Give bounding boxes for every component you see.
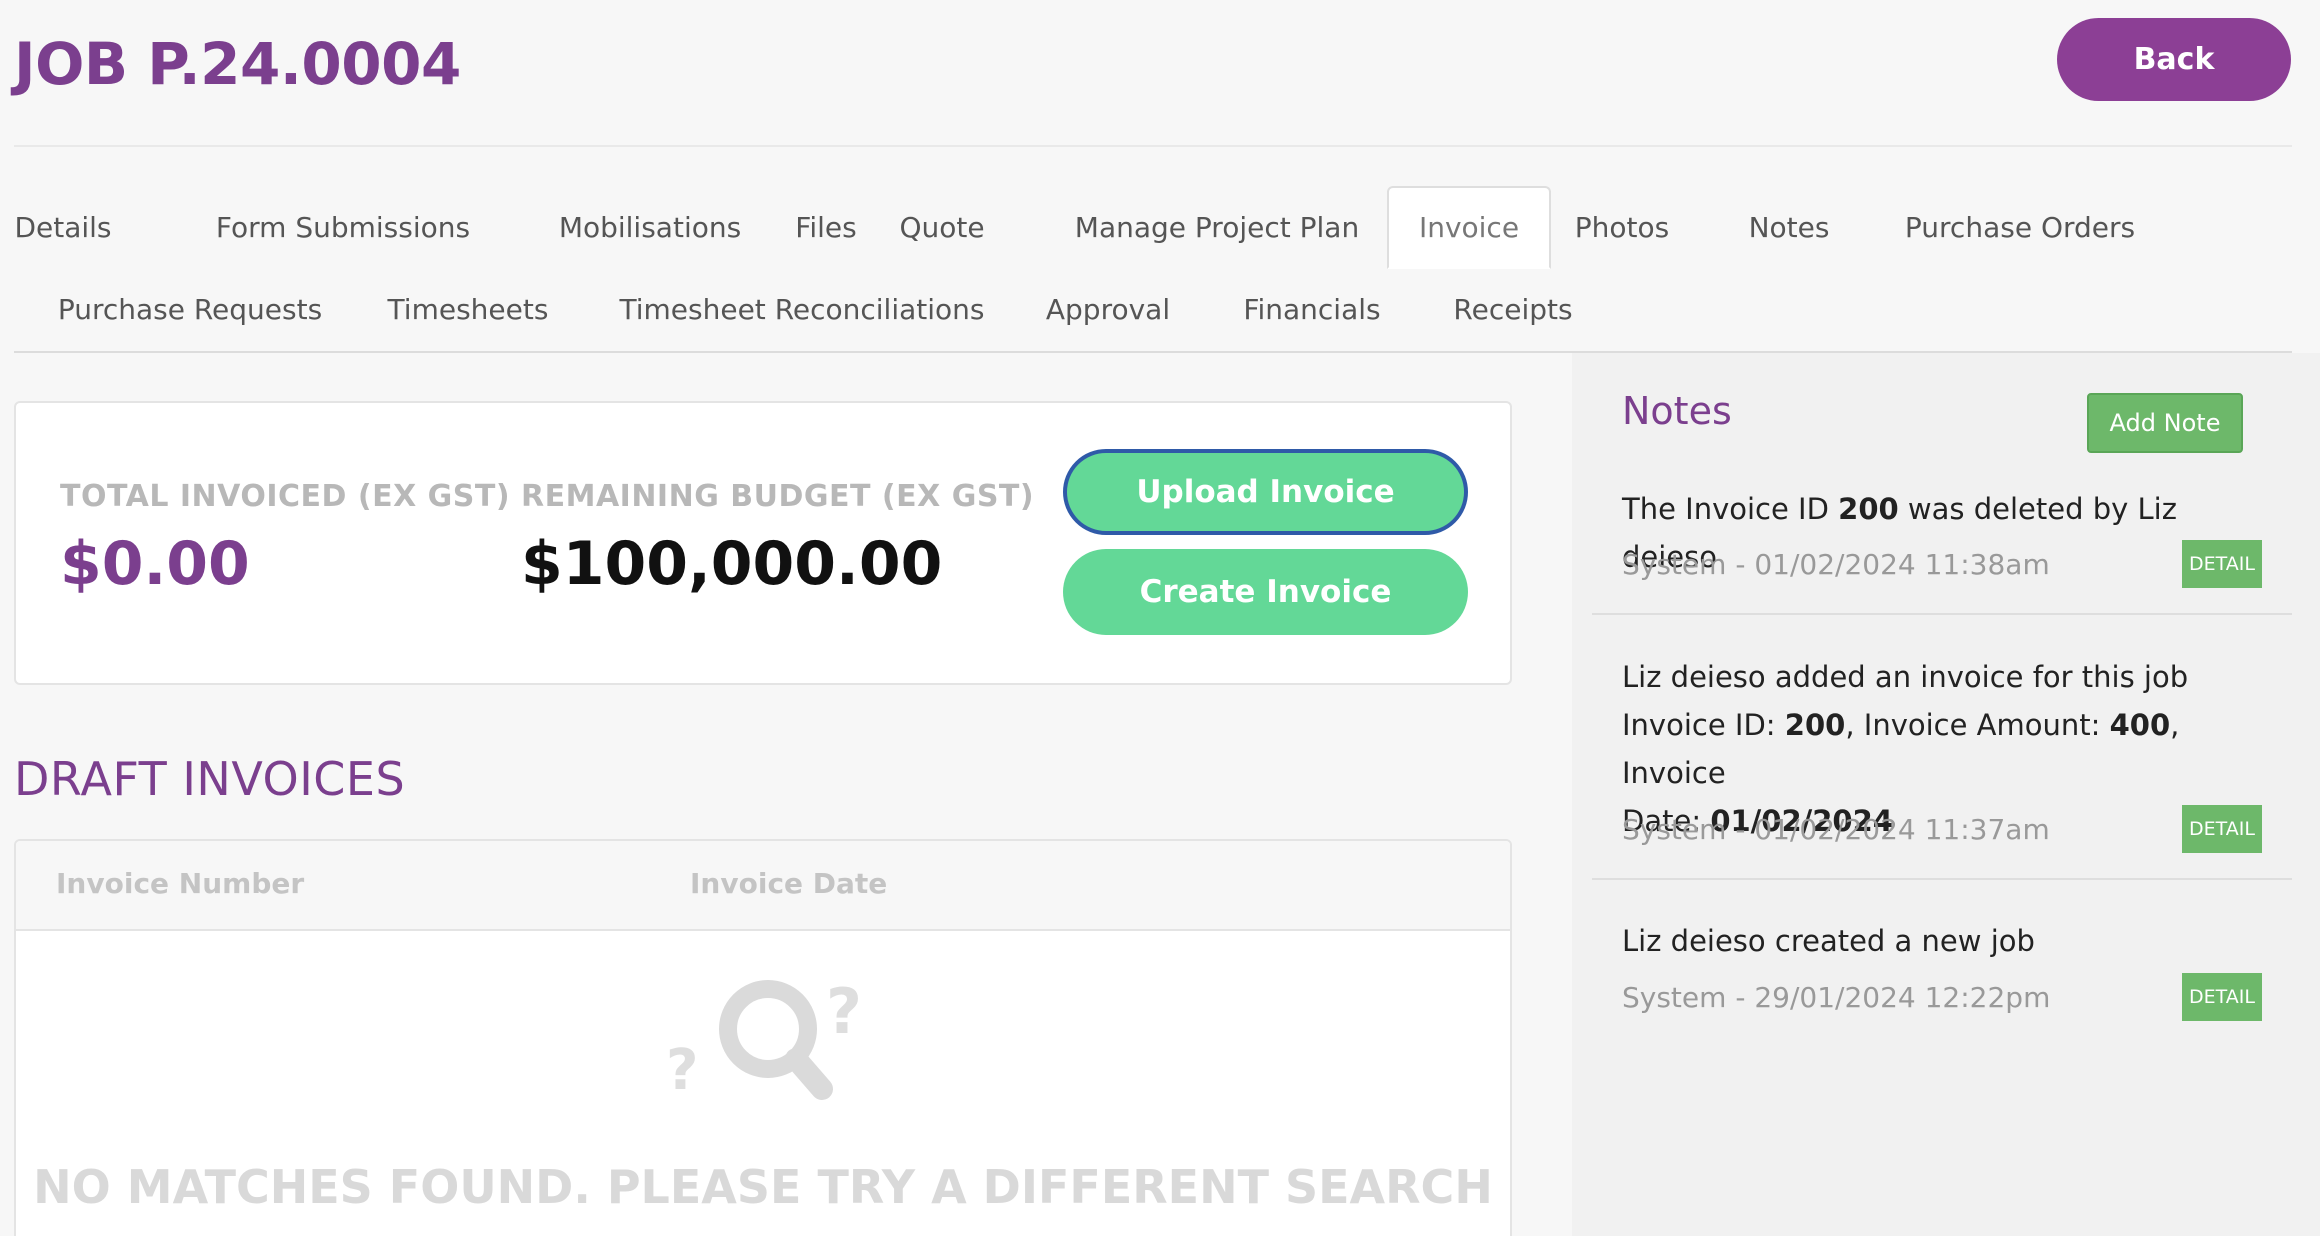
column-invoice-date[interactable]: Invoice Date [690,867,887,900]
no-results-search-icon: ? ? [666,975,862,1101]
tab-purchase-requests[interactable]: Purchase Requests [36,268,344,351]
note-divider [1592,613,2292,615]
note-text: Liz deieso created a new job [1622,924,2035,958]
invoice-summary-card: TOTAL INVOICED (EX GST) $0.00 REMAINING … [14,401,1512,685]
svg-text:?: ? [826,975,862,1048]
tab-timesheet-reconciliations[interactable]: Timesheet Reconciliations [604,268,1000,351]
tab-quote[interactable]: Quote [882,186,1002,269]
tab-receipts[interactable]: Receipts [1438,268,1588,351]
column-invoice-number[interactable]: Invoice Number [56,867,304,900]
note-meta: System - 01/02/2024 11:38am [1622,548,2050,581]
add-note-button[interactable]: Add Note [2087,393,2243,453]
note-divider [1592,878,2292,880]
tab-invoice[interactable]: Invoice [1387,186,1551,269]
tab-mobilisations[interactable]: Mobilisations [526,186,774,269]
note-item: The Invoice ID 200 was deleted by Liz de… [1592,485,2292,625]
tab-manage-project-plan[interactable]: Manage Project Plan [1054,186,1380,269]
page: JOB P.24.0004 Back Details Form Submissi… [0,0,2320,1236]
upload-invoice-button[interactable]: Upload Invoice [1063,449,1468,535]
remaining-budget-label: REMAINING BUDGET (EX GST) [521,479,1035,514]
tab-bar: Details Form Submissions Mobilisations F… [14,186,2292,354]
note-detail-button[interactable]: DETAIL [2182,973,2262,1021]
tab-approval[interactable]: Approval [1034,268,1182,351]
page-title: JOB P.24.0004 [14,30,461,98]
tab-details[interactable]: Details [14,186,112,269]
note-detail-button[interactable]: DETAIL [2182,540,2262,588]
total-invoiced-label: TOTAL INVOICED (EX GST) [60,479,511,514]
note-meta: System - 29/01/2024 12:22pm [1622,981,2051,1014]
draft-invoices-table: Invoice Number Invoice Date ? ? NO MATCH… [14,839,1512,1236]
notes-title: Notes [1622,389,1732,433]
tab-financials[interactable]: Financials [1228,268,1396,351]
svg-text:?: ? [666,1038,698,1101]
tab-photos[interactable]: Photos [1562,186,1682,269]
note-detail-button[interactable]: DETAIL [2182,805,2262,853]
draft-invoices-title: DRAFT INVOICES [14,752,406,806]
note-item: Liz deieso added an invoice for this job… [1592,653,2292,913]
tab-timesheets[interactable]: Timesheets [378,268,558,351]
table-header: Invoice Number Invoice Date [16,841,1510,931]
header-divider [14,145,2292,147]
back-button[interactable]: Back [2057,18,2291,101]
notes-panel: Notes Add Note The Invoice ID 200 was de… [1572,353,2320,1236]
tab-notes[interactable]: Notes [1734,186,1844,269]
total-invoiced-value: $0.00 [60,529,250,599]
empty-state-message: NO MATCHES FOUND. PLEASE TRY A DIFFERENT… [33,1160,1493,1214]
tab-form-submissions[interactable]: Form Submissions [198,186,488,269]
tab-purchase-orders[interactable]: Purchase Orders [1892,186,2148,269]
remaining-budget-value: $100,000.00 [521,529,943,599]
note-meta: System - 01/02/2024 11:37am [1622,813,2050,846]
tab-files[interactable]: Files [776,186,876,269]
note-item: Liz deieso created a new job System - 29… [1592,917,2292,1057]
create-invoice-button[interactable]: Create Invoice [1063,549,1468,635]
